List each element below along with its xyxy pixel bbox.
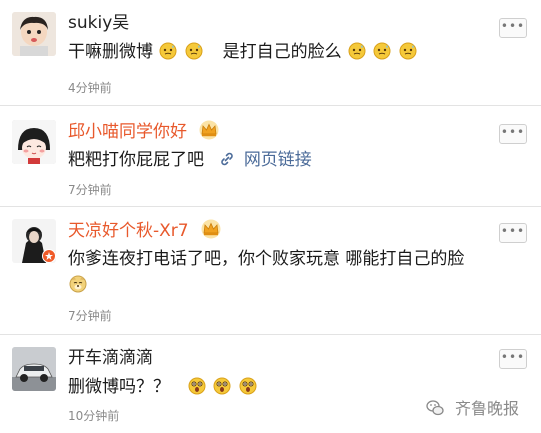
more-options-button[interactable]: ••• bbox=[499, 124, 527, 144]
vip-crown-icon bbox=[201, 219, 221, 239]
sweat-emoji-icon bbox=[185, 42, 203, 60]
more-options-button[interactable]: ••• bbox=[499, 349, 527, 369]
comment-text: 干嘛删微博 是打自己的脸么 bbox=[68, 40, 518, 64]
comment-text: 你爹连夜打电话了吧，你个败家玩意 哪能打自己的脸 bbox=[68, 247, 528, 297]
watermark-text: 齐鲁晚报 bbox=[454, 399, 519, 418]
wechat-icon bbox=[426, 400, 444, 416]
sweat-emoji-icon bbox=[159, 42, 177, 60]
comment-text-part: 你爹连夜打电话了吧，你个败家玩意 哪能打自己的脸 bbox=[68, 249, 465, 269]
comment-time: 7分钟前 bbox=[68, 183, 112, 197]
doge-emoji-icon bbox=[69, 275, 87, 293]
comment-text-part: 干嘛删微博 bbox=[68, 42, 153, 62]
more-options-button[interactable]: ••• bbox=[499, 223, 527, 243]
username[interactable]: sukiy吴 bbox=[68, 12, 129, 34]
comment-time: 10分钟前 bbox=[68, 409, 120, 423]
vip-crown-icon bbox=[199, 120, 219, 140]
sweat-emoji-icon bbox=[399, 42, 417, 60]
watermark: 齐鲁晚报 bbox=[426, 395, 519, 419]
comment-text-part: 粑粑打你屁屁了吧 bbox=[68, 150, 204, 170]
comment-item: sukiy吴 干嘛删微博 是打自己的脸么 4分钟前 ••• bbox=[0, 0, 541, 106]
shocked-emoji-icon bbox=[239, 377, 257, 395]
username-text: 邱小喵同学你好 bbox=[68, 122, 187, 142]
username[interactable]: 开车滴滴滴 bbox=[68, 347, 153, 369]
comment-text-part: 是打自己的脸么 bbox=[222, 42, 342, 62]
comment-item: 天凉好个秋-Xr7 你爹连夜打电话了吧，你个败家玩意 哪能打自己的脸 7分钟前 … bbox=[0, 207, 541, 335]
avatar[interactable] bbox=[12, 219, 56, 263]
avatar[interactable] bbox=[12, 347, 56, 391]
web-link[interactable]: 网页链接 bbox=[244, 150, 312, 170]
avatar[interactable] bbox=[12, 120, 56, 164]
username-text: 天凉好个秋-Xr7 bbox=[68, 221, 189, 241]
shocked-emoji-icon bbox=[188, 377, 206, 395]
shocked-emoji-icon bbox=[213, 377, 231, 395]
link-icon bbox=[221, 152, 234, 166]
verified-badge-icon bbox=[42, 249, 56, 263]
comment-text-part: 删微博吗？？ bbox=[68, 377, 170, 397]
comment-time: 7分钟前 bbox=[68, 309, 112, 323]
sweat-emoji-icon bbox=[348, 42, 366, 60]
username[interactable]: 邱小喵同学你好 bbox=[68, 120, 220, 143]
username[interactable]: 天凉好个秋-Xr7 bbox=[68, 219, 222, 242]
comment-text: 粑粑打你屁屁了吧 网页链接 bbox=[68, 148, 518, 172]
more-options-button[interactable]: ••• bbox=[499, 18, 527, 38]
comment-item: 邱小喵同学你好 粑粑打你屁屁了吧 网页链接 7分钟前 ••• bbox=[0, 106, 541, 207]
comment-time: 4分钟前 bbox=[68, 81, 112, 95]
avatar[interactable] bbox=[12, 12, 56, 56]
sweat-emoji-icon bbox=[373, 42, 391, 60]
